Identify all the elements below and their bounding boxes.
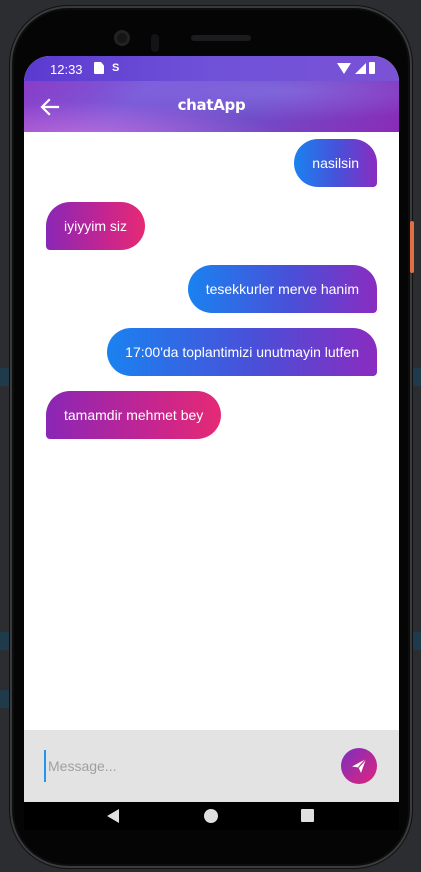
message-text: 17:00'da toplantimizi unutmayin lutfen [125, 344, 359, 360]
message-composer [24, 730, 399, 802]
app-title: chatApp [177, 96, 246, 114]
send-button[interactable] [341, 748, 377, 784]
nav-recents-icon[interactable] [301, 809, 314, 822]
power-button [410, 221, 414, 273]
message-bubble-received: iyiyyim siz [46, 202, 145, 250]
s-notification-icon: S [112, 62, 120, 74]
message-text: iyiyyim siz [64, 218, 127, 234]
message-text: nasilsin [312, 155, 359, 171]
message-bubble-sent: 17:00'da toplantimizi unutmayin lutfen [107, 328, 377, 376]
status-time: 12:33 [50, 62, 83, 77]
message-bubble-sent: tesekkurler merve hanim [187, 265, 377, 313]
app-bar: chatApp [24, 81, 399, 132]
nav-back-icon[interactable] [107, 809, 119, 823]
battery-icon [369, 62, 375, 74]
bg-panel-strip [412, 368, 421, 386]
nav-home-icon[interactable] [204, 809, 218, 823]
message-bubble-sent: nasilsin [294, 139, 377, 187]
message-text: tesekkurler merve hanim [205, 281, 359, 297]
signal-icon [355, 63, 366, 74]
send-icon [352, 758, 367, 773]
speaker-grille [191, 35, 251, 41]
sd-card-icon [94, 62, 104, 74]
phone-screen: 12:33 S chatApp nasilsin iyiyyim siz tes… [24, 56, 399, 830]
sensor [151, 34, 159, 52]
bg-panel-strip [412, 632, 421, 650]
system-nav-bar [24, 802, 399, 830]
message-list: nasilsin iyiyyim siz tesekkurler merve h… [24, 132, 399, 730]
front-camera [114, 30, 130, 46]
status-bar: 12:33 S [24, 56, 399, 82]
wifi-icon [337, 63, 351, 74]
message-text: tamamdir mehmet bey [64, 407, 204, 423]
message-bubble-received: tamamdir mehmet bey [46, 391, 222, 439]
message-input[interactable] [44, 750, 338, 782]
